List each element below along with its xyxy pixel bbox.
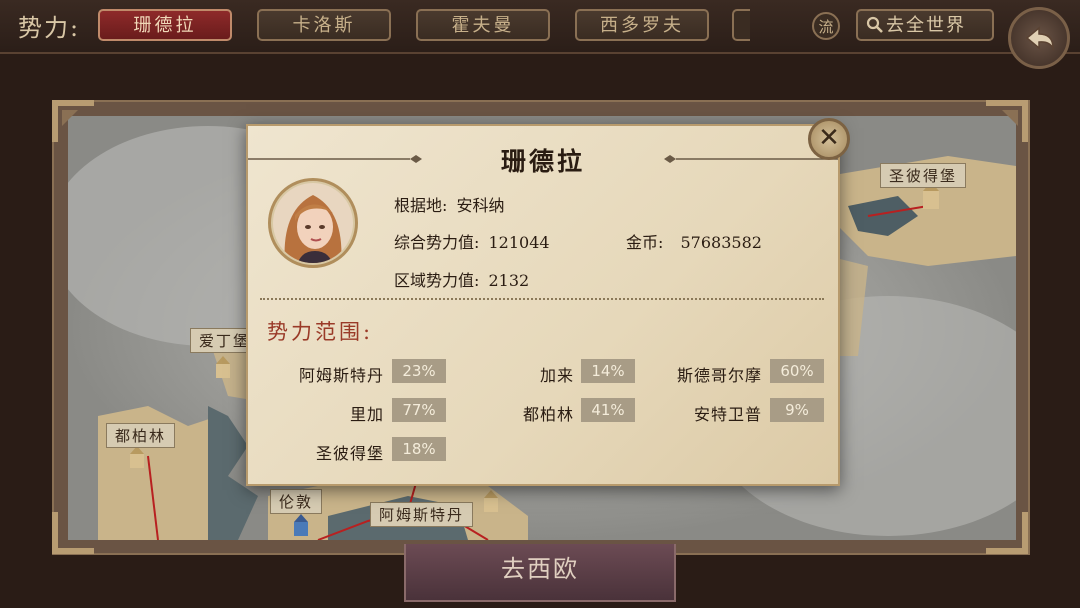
flow-button[interactable]: 流: [812, 12, 840, 40]
tab-sandra[interactable]: 珊德拉: [98, 9, 232, 41]
regional-power-label: 区域势力值:: [394, 271, 480, 290]
tab-sidorov[interactable]: 西多罗夫: [575, 9, 709, 41]
range-name-amsterdam: 阿姆斯特丹: [298, 366, 384, 385]
overall-power-label: 综合势力值:: [394, 233, 480, 252]
range-name-antwerp: 安特卫普: [693, 405, 762, 424]
gold-row: 金币: 57683582: [626, 229, 762, 253]
base-label: 根据地:: [394, 196, 448, 215]
range-name-st-petersburg: 圣彼得堡: [315, 444, 384, 463]
map-label-london[interactable]: 伦敦: [270, 489, 323, 514]
frame-corner-ornament: [986, 100, 1028, 142]
map-label-amsterdam[interactable]: 阿姆斯特丹: [370, 502, 474, 527]
avatar: [268, 178, 358, 268]
frame-corner-ornament: [52, 100, 94, 142]
frame-corner-ornament: [986, 512, 1028, 554]
go-world-button[interactable]: 去全世界: [856, 9, 994, 41]
tab-hoffman[interactable]: 霍夫曼: [416, 9, 550, 41]
go-world-label: 去全世界: [886, 15, 966, 36]
range-pct-antwerp: 9%: [770, 398, 824, 422]
gold-value: 57683582: [680, 233, 762, 252]
base-value: 安科纳: [456, 196, 505, 215]
range-name-dublin: 都柏林: [522, 405, 574, 424]
go-west-europe-button[interactable]: 去西欧: [404, 544, 676, 602]
tab-carlos[interactable]: 卡洛斯: [257, 9, 391, 41]
range-pct-stockholm: 60%: [770, 359, 824, 383]
regional-power-value: 2132: [488, 271, 530, 290]
title-ornament-right: [664, 155, 838, 163]
portrait-avatar-icon: [273, 183, 353, 263]
range-name-calais: 加来: [539, 366, 574, 385]
overall-power-value: 121044: [488, 233, 550, 252]
map-label-edinburgh[interactable]: 爱丁堡: [190, 328, 250, 353]
section-divider: [260, 298, 824, 300]
close-button[interactable]: ✕: [808, 118, 850, 160]
frame-corner-ornament: [52, 512, 94, 554]
close-icon: ✕: [818, 123, 840, 153]
overall-power-row: 综合势力值: 121044: [394, 229, 550, 253]
map-label-st-petersburg[interactable]: 圣彼得堡: [880, 163, 967, 188]
influence-range-title: 势力范围:: [267, 320, 374, 344]
back-button[interactable]: [1008, 7, 1070, 69]
tab-more[interactable]: [732, 9, 750, 41]
faction-info-popup: 珊德拉: [246, 124, 840, 486]
faction-label: 势力:: [18, 14, 81, 42]
map-label-dublin[interactable]: 都柏林: [106, 423, 176, 448]
gold-label: 金币:: [626, 233, 664, 252]
range-name-riga: 里加: [349, 405, 384, 424]
range-pct-st-petersburg: 18%: [392, 437, 446, 461]
range-name-stockholm: 斯德哥尔摩: [676, 366, 762, 385]
regional-power-row: 区域势力值: 2132: [394, 267, 529, 291]
base-row: 根据地: 安科纳: [394, 192, 505, 216]
search-icon: [866, 16, 883, 33]
back-arrow-icon: [1025, 26, 1054, 51]
